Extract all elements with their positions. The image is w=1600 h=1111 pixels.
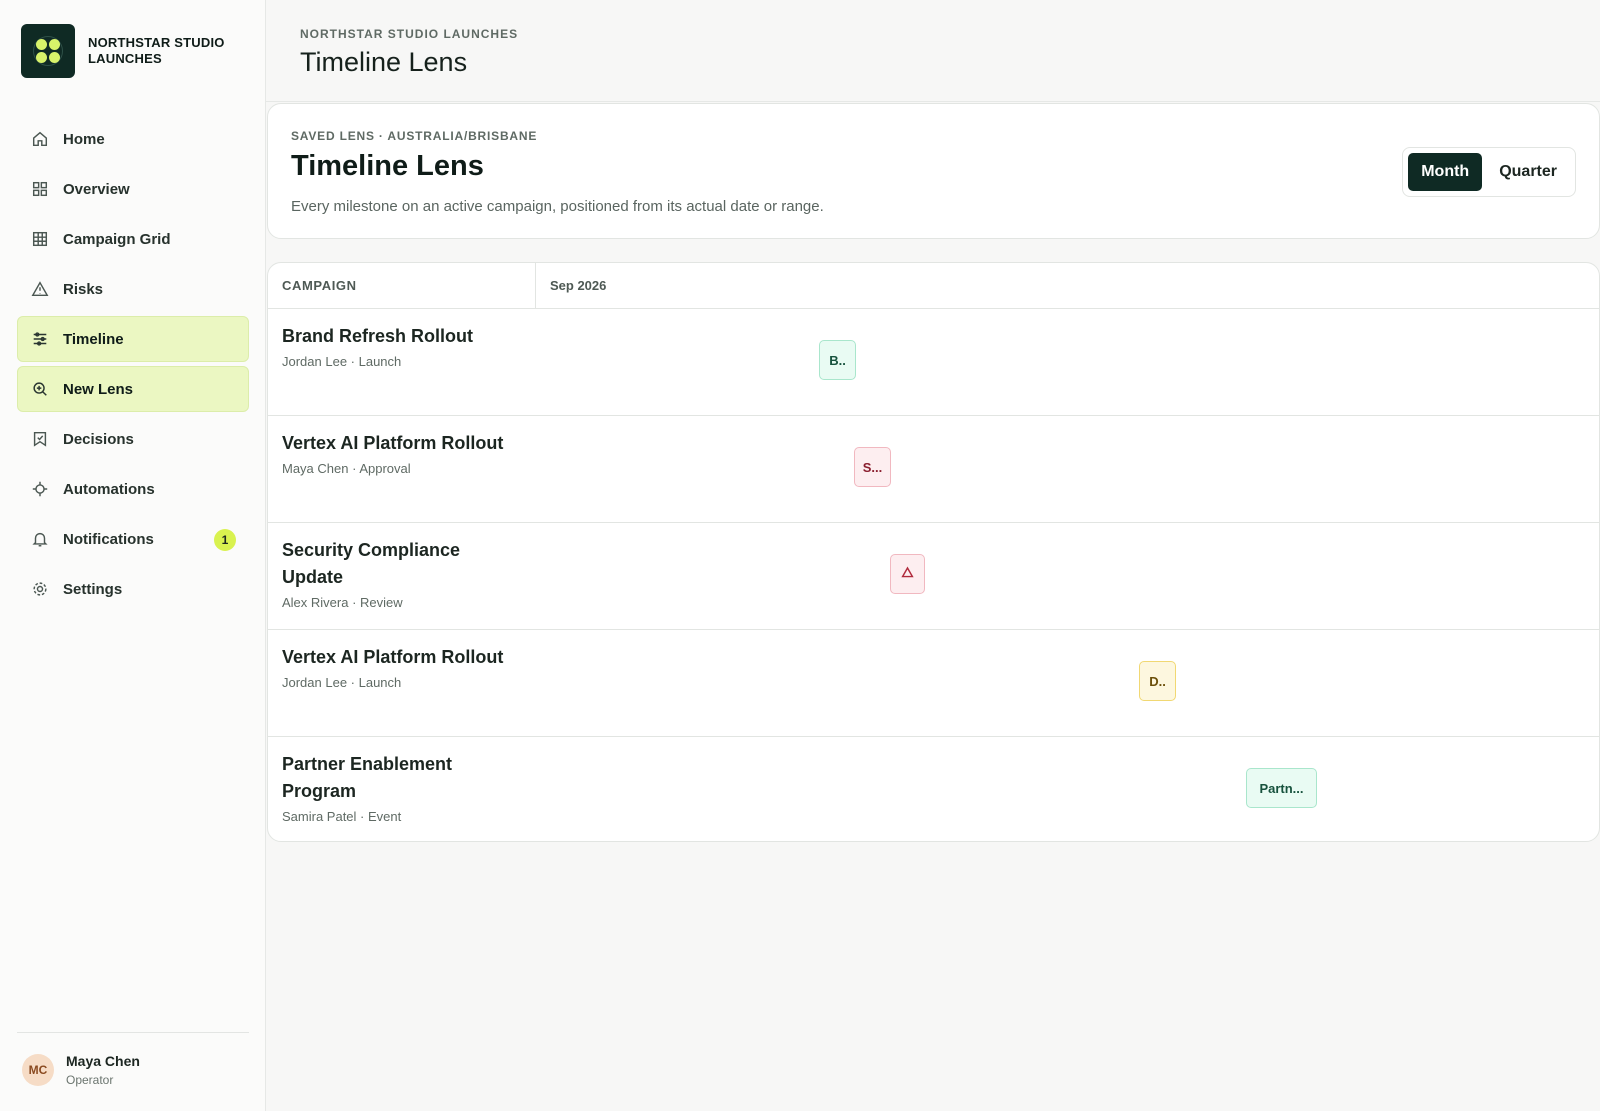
sidebar-item-label: Risks (63, 280, 104, 298)
sidebar-item-notifications[interactable]: Notifications 1 (17, 516, 249, 562)
bell-icon (31, 530, 49, 548)
page-header: NORTHSTAR STUDIO LAUNCHES Timeline Lens (266, 0, 1600, 102)
brand[interactable]: NORTHSTAR STUDIO LAUNCHES (21, 24, 238, 78)
table-row[interactable]: Vertex AI Platform Rollout Jordan Lee · … (268, 630, 1599, 737)
campaign-meta: Jordan Lee · Launch (282, 354, 402, 369)
table-icon (31, 230, 49, 248)
milestone-chip[interactable]: B.. (819, 340, 856, 380)
lens-title: Timeline Lens (291, 150, 484, 182)
breadcrumb: NORTHSTAR STUDIO LAUNCHES (300, 27, 519, 41)
column-header-month: Sep 2026 (550, 278, 607, 293)
sidebar-item-label: Timeline (63, 330, 124, 348)
table-row[interactable]: Brand Refresh Rollout Jordan Lee · Launc… (268, 309, 1599, 416)
campaign-name: Partner Enablement Program (282, 754, 453, 801)
warning-icon (31, 280, 49, 298)
sidebar-item-home[interactable]: Home (17, 116, 249, 162)
avatar: MC (22, 1054, 54, 1086)
sidebar-item-label: Notifications (63, 530, 154, 548)
home-icon (31, 130, 49, 148)
campaign-name: Vertex AI Platform Rollout (282, 647, 504, 667)
milestone-chip[interactable]: S... (854, 447, 891, 487)
view-month-button[interactable]: Month (1408, 153, 1483, 191)
zoom-in-icon (31, 380, 49, 398)
user-name: Maya Chen (66, 1053, 140, 1069)
crosshair-icon (31, 480, 49, 498)
milestone-chip[interactable]: D.. (1139, 661, 1176, 701)
warning-icon (901, 566, 914, 582)
sidebar-item-label: Home (63, 130, 105, 148)
campaign-meta: Jordan Lee · Launch (282, 675, 402, 690)
timeline-header: CAMPAIGN Sep 2026 (268, 263, 1599, 309)
user-role: Operator (66, 1073, 114, 1087)
sidebar-item-automations[interactable]: Automations (17, 466, 249, 512)
sidebar-nav: Home Overview Campaign Grid Risks Timeli… (17, 116, 249, 616)
view-toggle: Month Quarter (1402, 147, 1576, 197)
sidebar-item-risks[interactable]: Risks (17, 266, 249, 312)
sidebar-item-label: Campaign Grid (63, 230, 171, 248)
sidebar-item-settings[interactable]: Settings (17, 566, 249, 612)
column-header-campaign: CAMPAIGN (282, 278, 357, 293)
sidebar-item-new-lens[interactable]: New Lens (17, 366, 249, 412)
gear-icon (31, 580, 49, 598)
milestone-chip[interactable] (890, 554, 925, 594)
campaign-meta: Alex Rivera · Review (282, 595, 403, 610)
timeline-table: CAMPAIGN Sep 2026 Brand Refresh Rollout … (267, 262, 1600, 842)
brand-logo-icon (21, 24, 75, 78)
campaign-name: Brand Refresh Rollout (282, 326, 474, 346)
sidebar-item-campaign-grid[interactable]: Campaign Grid (17, 216, 249, 262)
table-row[interactable]: Partner Enablement Program Samira Patel … (268, 737, 1599, 841)
lens-summary-card: SAVED LENS · AUSTRALIA/BRISBANE Timeline… (267, 103, 1600, 239)
sliders-icon (31, 330, 49, 348)
campaign-name: Security Compliance Update (282, 540, 461, 587)
sidebar-item-decisions[interactable]: Decisions (17, 416, 249, 462)
sidebar-item-label: Overview (63, 180, 130, 198)
notification-badge: 1 (214, 529, 236, 551)
sidebar-item-label: Decisions (63, 430, 134, 448)
bookmark-check-icon (31, 430, 49, 448)
sidebar: NORTHSTAR STUDIO LAUNCHES Home Overview … (0, 0, 266, 1111)
brand-name: NORTHSTAR STUDIO LAUNCHES (88, 35, 225, 66)
sidebar-item-label: Automations (63, 480, 155, 498)
sidebar-item-overview[interactable]: Overview (17, 166, 249, 212)
table-row[interactable]: Security Compliance Update Alex Rivera ·… (268, 523, 1599, 630)
sidebar-item-timeline[interactable]: Timeline (17, 316, 249, 362)
campaign-name: Vertex AI Platform Rollout (282, 433, 504, 453)
lens-eyebrow: SAVED LENS · AUSTRALIA/BRISBANE (291, 129, 538, 143)
campaign-meta: Maya Chen · Approval (282, 461, 411, 476)
sidebar-item-label: New Lens (63, 380, 134, 398)
page-title: Timeline Lens (300, 47, 468, 77)
user-profile[interactable]: MC Maya Chen Operator (17, 1032, 249, 1087)
lens-description: Every milestone on an active campaign, p… (291, 198, 824, 215)
milestone-chip[interactable]: Partn... (1246, 768, 1317, 808)
table-row[interactable]: Vertex AI Platform Rollout Maya Chen · A… (268, 416, 1599, 523)
grid-icon (31, 180, 49, 198)
sidebar-item-label: Settings (63, 580, 123, 598)
view-quarter-button[interactable]: Quarter (1486, 153, 1570, 191)
campaign-meta: Samira Patel · Event (282, 809, 402, 824)
